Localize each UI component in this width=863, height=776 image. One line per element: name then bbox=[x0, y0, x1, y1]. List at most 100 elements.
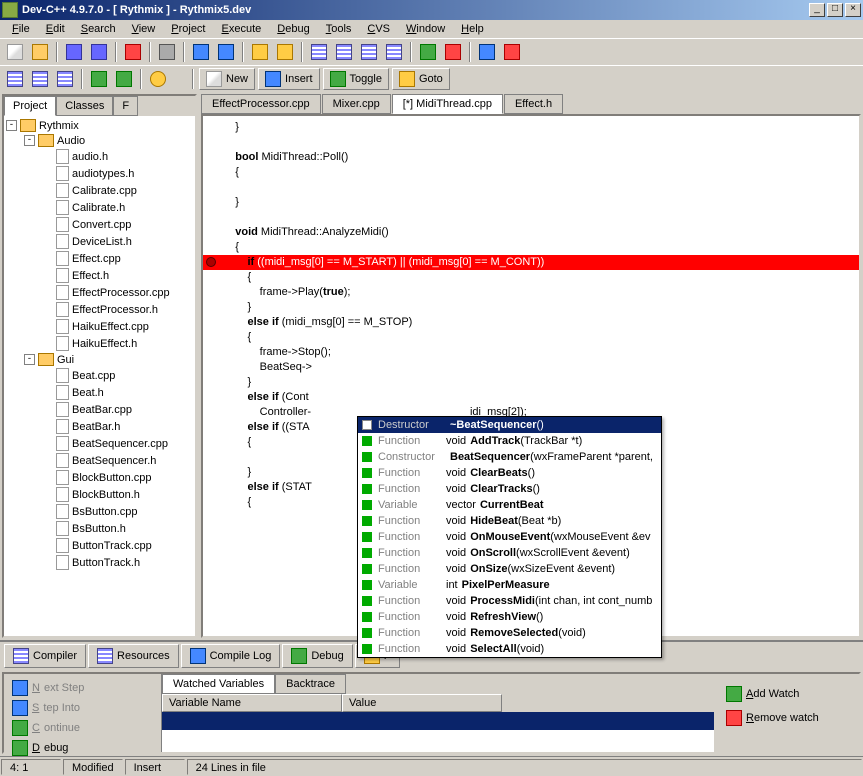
autocomplete-item[interactable]: Functionvoid HideBeat (Beat *b) bbox=[358, 513, 661, 529]
code-line[interactable]: frame->Stop(); bbox=[203, 345, 859, 360]
tree-file[interactable]: BeatBar.h bbox=[6, 418, 193, 435]
tree-file[interactable]: Beat.h bbox=[6, 384, 193, 401]
editor-tab[interactable]: Mixer.cpp bbox=[322, 94, 391, 114]
tree-file[interactable]: HaikuEffect.h bbox=[6, 335, 193, 352]
redo-button[interactable] bbox=[215, 41, 237, 63]
autocomplete-item[interactable]: Destructor ~BeatSequencer () bbox=[358, 417, 661, 433]
tree-file[interactable]: Effect.h bbox=[6, 267, 193, 284]
print-button[interactable] bbox=[156, 41, 178, 63]
autocomplete-item[interactable]: Functionvoid ClearTracks () bbox=[358, 481, 661, 497]
code-line[interactable] bbox=[203, 210, 859, 225]
code-line[interactable]: { bbox=[203, 330, 859, 345]
vars-column-header[interactable]: Value bbox=[342, 694, 502, 712]
menu-execute[interactable]: Execute bbox=[214, 21, 270, 37]
debug-button[interactable] bbox=[417, 41, 439, 63]
menu-file[interactable]: File bbox=[4, 21, 38, 37]
find-button[interactable] bbox=[249, 41, 271, 63]
code-line[interactable]: } bbox=[203, 195, 859, 210]
tb2-btn2[interactable] bbox=[29, 68, 51, 90]
code-line[interactable] bbox=[203, 135, 859, 150]
menu-window[interactable]: Window bbox=[398, 21, 453, 37]
compile-button[interactable] bbox=[308, 41, 330, 63]
code-line[interactable]: { bbox=[203, 165, 859, 180]
autocomplete-item[interactable]: Functionvoid OnScroll (wxScrollEvent &ev… bbox=[358, 545, 661, 561]
menu-project[interactable]: Project bbox=[163, 21, 213, 37]
tb2-btn5[interactable] bbox=[113, 68, 135, 90]
bottom-tab-resources[interactable]: Resources bbox=[88, 644, 179, 668]
tree-file[interactable]: BeatBar.cpp bbox=[6, 401, 193, 418]
rebuild-button[interactable] bbox=[383, 41, 405, 63]
code-line[interactable]: else if (Cont bbox=[203, 390, 859, 405]
bottom-tab-debug[interactable]: Debug bbox=[282, 644, 352, 668]
editor-tab[interactable]: EffectProcessor.cpp bbox=[201, 94, 321, 114]
tree-file[interactable]: BsButton.cpp bbox=[6, 503, 193, 520]
toggle-labeled-button[interactable]: Toggle bbox=[323, 68, 389, 90]
autocomplete-item[interactable]: Functionvoid RefreshView () bbox=[358, 609, 661, 625]
sidebar-tab-f[interactable]: F bbox=[113, 96, 138, 116]
menu-debug[interactable]: Debug bbox=[269, 21, 317, 37]
open-button[interactable] bbox=[29, 41, 51, 63]
vars-column-header[interactable]: Variable Name bbox=[162, 694, 342, 712]
bottom-tab-compiler[interactable]: Compiler bbox=[4, 644, 86, 668]
tree-file[interactable]: EffectProcessor.cpp bbox=[6, 284, 193, 301]
sidebar-tab-classes[interactable]: Classes bbox=[56, 96, 113, 116]
tree-file[interactable]: Beat.cpp bbox=[6, 367, 193, 384]
menu-view[interactable]: View bbox=[124, 21, 164, 37]
tb2-btn3[interactable] bbox=[54, 68, 76, 90]
sidebar-tab-project[interactable]: Project bbox=[4, 96, 56, 116]
autocomplete-item[interactable]: Functionvoid OnMouseEvent (wxMouseEvent … bbox=[358, 529, 661, 545]
close-button[interactable]: × bbox=[845, 3, 861, 17]
undo-button[interactable] bbox=[190, 41, 212, 63]
tree-file[interactable]: BlockButton.h bbox=[6, 486, 193, 503]
replace-button[interactable] bbox=[274, 41, 296, 63]
debug-debug[interactable]: Debug bbox=[8, 738, 157, 758]
run-button[interactable] bbox=[333, 41, 355, 63]
saveall-button[interactable] bbox=[88, 41, 110, 63]
tree-folder[interactable]: -Gui bbox=[6, 352, 193, 367]
close-file-button[interactable] bbox=[122, 41, 144, 63]
minimize-button[interactable]: _ bbox=[809, 3, 825, 17]
menu-cvs[interactable]: CVS bbox=[359, 21, 398, 37]
watch-button[interactable]: Remove watch bbox=[722, 706, 851, 730]
tree-file[interactable]: Calibrate.h bbox=[6, 199, 193, 216]
tree-file[interactable]: ButtonTrack.h bbox=[6, 554, 193, 571]
variables-table[interactable]: Variable NameValue bbox=[162, 694, 714, 752]
tree-file[interactable]: Convert.cpp bbox=[6, 216, 193, 233]
tree-folder[interactable]: -Audio bbox=[6, 133, 193, 148]
code-line[interactable]: { bbox=[203, 270, 859, 285]
tree-file[interactable]: BeatSequencer.cpp bbox=[6, 435, 193, 452]
tree-file[interactable]: Effect.cpp bbox=[6, 250, 193, 267]
tb2-btn6[interactable] bbox=[147, 68, 169, 90]
tree-file[interactable]: ButtonTrack.cpp bbox=[6, 537, 193, 554]
tree-file[interactable]: HaikuEffect.cpp bbox=[6, 318, 193, 335]
tree-file[interactable]: EffectProcessor.h bbox=[6, 301, 193, 318]
code-line[interactable]: else if (midi_msg[0] == M_STOP) bbox=[203, 315, 859, 330]
maximize-button[interactable]: □ bbox=[827, 3, 843, 17]
tree-file[interactable]: audiotypes.h bbox=[6, 165, 193, 182]
code-line[interactable]: if ((midi_msg[0] == M_START) || (midi_ms… bbox=[203, 255, 859, 270]
tree-file[interactable]: BeatSequencer.h bbox=[6, 452, 193, 469]
debug-next-step[interactable]: Next Step bbox=[8, 678, 157, 698]
menu-tools[interactable]: Tools bbox=[318, 21, 360, 37]
code-line[interactable]: } bbox=[203, 375, 859, 390]
code-line[interactable]: void MidiThread::AnalyzeMidi() bbox=[203, 225, 859, 240]
tree-file[interactable]: audio.h bbox=[6, 148, 193, 165]
autocomplete-item[interactable]: Functionvoid OnSize (wxSizeEvent &event) bbox=[358, 561, 661, 577]
compile-run-button[interactable] bbox=[358, 41, 380, 63]
debug-subtab[interactable]: Backtrace bbox=[275, 674, 346, 694]
autocomplete-popup[interactable]: Destructor ~BeatSequencer ()Functionvoid… bbox=[357, 416, 662, 658]
autocomplete-item[interactable]: Functionvoid RemoveSelected (void) bbox=[358, 625, 661, 641]
menu-help[interactable]: Help bbox=[453, 21, 492, 37]
debug-subtab[interactable]: Watched Variables bbox=[162, 674, 275, 694]
autocomplete-item[interactable]: Functionvoid AddTrack (TrackBar *t) bbox=[358, 433, 661, 449]
tree-file[interactable]: BsButton.h bbox=[6, 520, 193, 537]
code-line[interactable] bbox=[203, 180, 859, 195]
autocomplete-item[interactable]: Functionvoid SelectAll (void) bbox=[358, 641, 661, 657]
bottom-tab-compile-log[interactable]: Compile Log bbox=[181, 644, 281, 668]
autocomplete-item[interactable]: Variablevector CurrentBeat bbox=[358, 497, 661, 513]
code-line[interactable]: frame->Play(true); bbox=[203, 285, 859, 300]
breakpoint-icon[interactable] bbox=[206, 257, 216, 267]
tree-file[interactable]: BlockButton.cpp bbox=[6, 469, 193, 486]
insert-labeled-button[interactable]: Insert bbox=[258, 68, 320, 90]
code-line[interactable]: } bbox=[203, 300, 859, 315]
